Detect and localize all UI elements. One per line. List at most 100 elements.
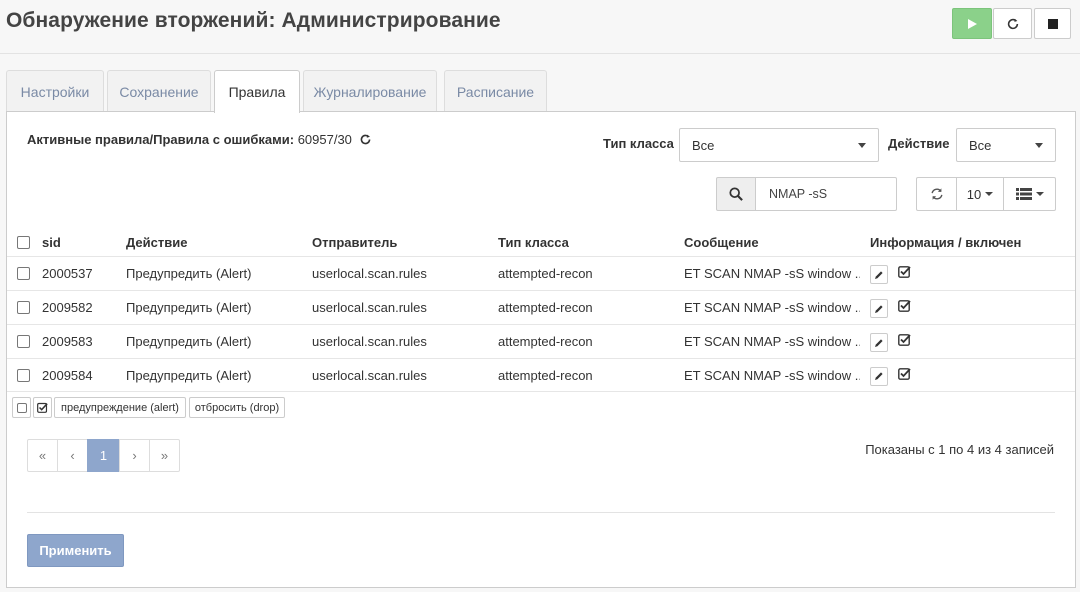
tab-rules[interactable]: Правила (214, 70, 300, 113)
search-input[interactable] (755, 177, 897, 211)
column-header-classtype[interactable]: Тип класса (498, 224, 569, 256)
row-checkbox[interactable] (17, 301, 30, 314)
class-type-select[interactable]: Все (679, 128, 879, 162)
row-sid: 2009582 (42, 300, 93, 315)
page-last-button[interactable]: » (149, 439, 180, 472)
stop-icon (1047, 18, 1058, 29)
row-source: userlocal.scan.rules (312, 367, 427, 383)
action-filter-select[interactable]: Все (956, 128, 1056, 162)
row-classtype: attempted-recon (498, 300, 593, 315)
rules-panel: Активные правила/Правила с ошибками: 609… (6, 111, 1076, 588)
edit-rule-button[interactable] (870, 265, 888, 284)
pencil-icon (875, 270, 883, 279)
search-icon (729, 187, 743, 201)
row-classtype: attempted-recon (498, 367, 593, 383)
row-message: ET SCAN NMAP -sS window ... (684, 367, 860, 383)
check-square-icon (37, 402, 48, 413)
stop-button[interactable] (1034, 8, 1071, 39)
refresh-icon[interactable] (359, 133, 372, 146)
row-source: userlocal.scan.rules (312, 266, 427, 281)
legend-drop-button[interactable]: отбросить (drop) (189, 397, 285, 418)
restart-button[interactable] (993, 8, 1032, 39)
square-icon (16, 402, 27, 413)
row-message: ET SCAN NMAP -sS window ... (684, 334, 860, 349)
class-type-value: Все (692, 137, 715, 153)
tab-settings[interactable]: Настройки (6, 70, 104, 112)
edit-rule-button[interactable] (870, 333, 888, 352)
columns-dropdown[interactable] (1003, 177, 1056, 211)
table-row[interactable]: 2000537 Предупредить (Alert) userlocal.s… (7, 256, 1075, 290)
row-action: Предупредить (Alert) (126, 367, 252, 383)
action-filter-label: Действие (888, 136, 950, 151)
play-icon (968, 18, 977, 29)
column-header-sid[interactable]: sid (42, 224, 61, 256)
toggle-disable-button[interactable] (12, 397, 31, 418)
stats-value: 60957/30 (297, 132, 352, 147)
edit-rule-button[interactable] (870, 299, 888, 318)
check-square-icon[interactable] (898, 299, 911, 312)
pagination: « ‹ 1 › » (27, 439, 180, 472)
chevron-down-icon (985, 192, 994, 196)
page-header: Обнаружение вторжений: Администрирование (0, 0, 1080, 54)
pencil-icon (875, 338, 883, 347)
row-action: Предупредить (Alert) (126, 334, 252, 349)
tab-schedule[interactable]: Расписание (444, 70, 547, 112)
row-message: ET SCAN NMAP -sS window ... (684, 300, 860, 315)
page-next-button[interactable]: › (119, 439, 150, 472)
row-classtype: attempted-recon (498, 334, 593, 349)
refresh-icon (1007, 18, 1018, 29)
tab-save[interactable]: Сохранение (107, 70, 211, 112)
row-sid: 2009584 (42, 367, 93, 383)
legend-alert-button[interactable]: предупреждение (alert) (54, 397, 186, 418)
row-source: userlocal.scan.rules (312, 334, 427, 349)
page-title: Обнаружение вторжений: Администрирование (6, 9, 501, 32)
check-square-icon[interactable] (898, 367, 911, 380)
column-header-action[interactable]: Действие (126, 224, 187, 256)
column-header-info-enabled[interactable]: Информация / включен (870, 224, 1021, 256)
apply-button[interactable]: Применить (27, 534, 124, 567)
row-sid: 2009583 (42, 334, 93, 349)
chevron-down-icon (858, 143, 866, 148)
check-square-icon[interactable] (898, 265, 911, 278)
column-header-message[interactable]: Сообщение (684, 224, 759, 256)
refresh-icon (930, 188, 943, 200)
row-source: userlocal.scan.rules (312, 300, 427, 315)
row-checkbox[interactable] (17, 335, 30, 348)
pencil-icon (875, 304, 883, 313)
rules-stats: Активные правила/Правила с ошибками: 609… (27, 132, 372, 147)
list-icon (1015, 188, 1032, 200)
page-current-button[interactable]: 1 (87, 439, 120, 472)
toggle-enable-button[interactable] (33, 397, 52, 418)
stats-label: Активные правила/Правила с ошибками: (27, 132, 295, 147)
page-first-button[interactable]: « (27, 439, 58, 472)
select-all-checkbox[interactable] (17, 235, 30, 249)
column-header-source[interactable]: Отправитель (312, 224, 397, 256)
start-button[interactable] (952, 8, 992, 39)
page-prev-button[interactable]: ‹ (57, 439, 88, 472)
action-filter-value: Все (969, 137, 992, 153)
row-checkbox[interactable] (17, 267, 30, 280)
table-row[interactable]: 2009584 Предупредить (Alert) userlocal.s… (7, 358, 1075, 392)
row-action: Предупредить (Alert) (126, 300, 252, 315)
table-header: sid Действие Отправитель Тип класса Сооб… (7, 224, 1075, 256)
table-row[interactable]: 2009582 Предупредить (Alert) userlocal.s… (7, 290, 1075, 324)
row-action: Предупредить (Alert) (126, 266, 252, 281)
chevron-down-icon (1035, 192, 1044, 196)
divider (27, 512, 1055, 513)
tab-logging[interactable]: Журналирование (303, 70, 437, 112)
chevron-down-icon (1035, 143, 1043, 148)
page-size-value: 10 (966, 186, 982, 202)
search-button[interactable] (716, 177, 756, 211)
table-row[interactable]: 2009583 Предупредить (Alert) userlocal.s… (7, 324, 1075, 358)
records-info: Показаны с 1 по 4 из 4 записей (865, 442, 1054, 457)
grid-refresh-button[interactable] (916, 177, 957, 211)
page-size-dropdown[interactable]: 10 (956, 177, 1004, 211)
row-checkbox[interactable] (17, 368, 30, 382)
pencil-icon (875, 372, 883, 380)
check-square-icon[interactable] (898, 333, 911, 346)
row-sid: 2000537 (42, 266, 93, 281)
row-message: ET SCAN NMAP -sS window ... (684, 266, 860, 281)
edit-rule-button[interactable] (870, 366, 888, 386)
class-type-label: Тип класса (603, 136, 674, 151)
row-classtype: attempted-recon (498, 266, 593, 281)
